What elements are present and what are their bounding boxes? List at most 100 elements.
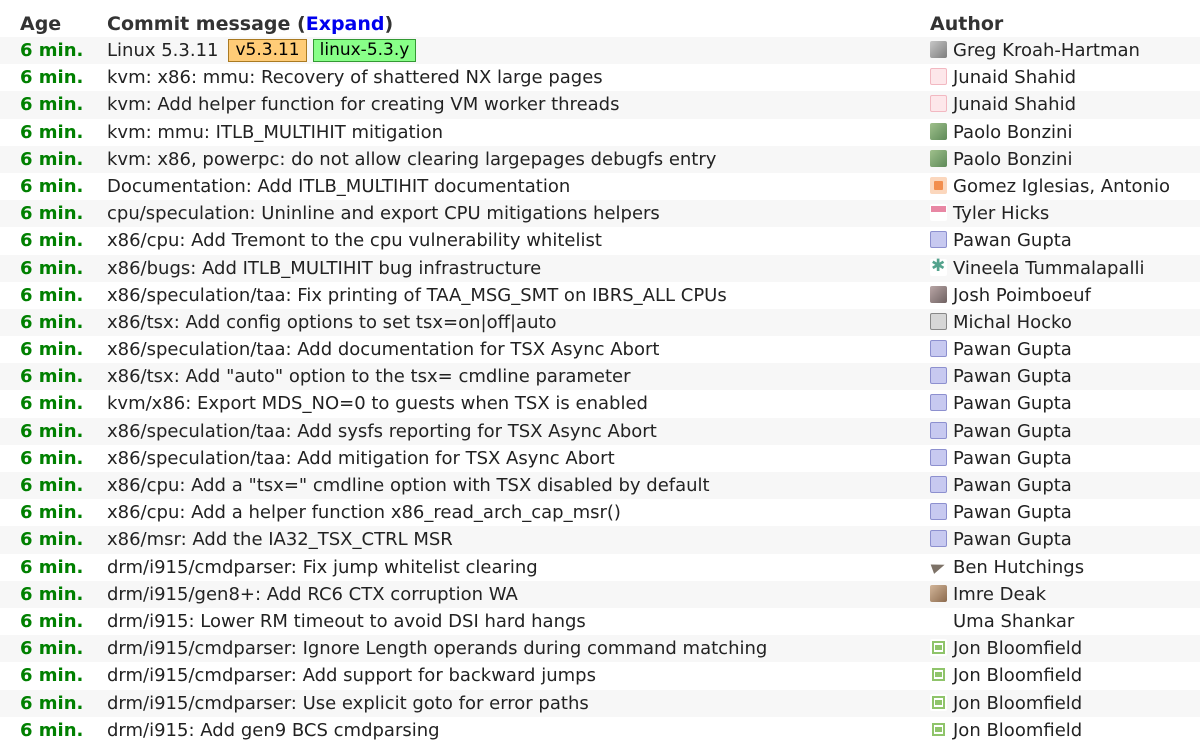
commit-message-link[interactable]: kvm/x86: Export MDS_NO=0 to guests when … bbox=[107, 393, 648, 414]
commit-message-text: drm/i915/cmdparser: Fix jump whitelist c… bbox=[107, 556, 538, 578]
commit-message-text: kvm: x86: mmu: Recovery of shattered NX … bbox=[107, 67, 603, 89]
commit-message-text: x86/bugs: Add ITLB_MULTIHIT bug infrastr… bbox=[107, 257, 542, 279]
table-row[interactable]: 6 min. kvm/x86: Export MDS_NO=0 to guests… bbox=[0, 390, 1200, 417]
commit-message-link[interactable]: x86/msr: Add the IA32_TSX_CTRL MSR bbox=[107, 529, 453, 550]
table-row[interactable]: 6 min. x86/speculation/taa: Add documenta… bbox=[0, 336, 1200, 363]
expand-link[interactable]: Expand bbox=[306, 13, 385, 35]
table-row[interactable]: 6 min. drm/i915/cmdparser: Ignore Length … bbox=[0, 635, 1200, 663]
author-name: Pawan Gupta bbox=[953, 393, 1072, 415]
commit-message-text: kvm: mmu: ITLB_MULTIHIT mitigation bbox=[107, 121, 443, 143]
author-name: Pawan Gupta bbox=[953, 529, 1072, 551]
commit-message-text: x86/cpu: Add a helper function x86_read_… bbox=[107, 502, 621, 524]
commit-message-link[interactable]: kvm: Add helper function for creating VM… bbox=[107, 94, 619, 115]
commit-message-link[interactable]: x86/speculation/taa: Add sysfs reporting… bbox=[107, 421, 657, 442]
commit-author: Michal Hocko bbox=[930, 312, 1072, 333]
author-name: Gomez Iglesias, Antonio bbox=[953, 175, 1170, 197]
table-row[interactable]: 6 min. Documentation: Add ITLB_MULTIHIT d… bbox=[0, 173, 1200, 200]
avatar-icon bbox=[930, 176, 947, 194]
commit-message-link[interactable]: Linux 5.3.11 v5.3.11 linux-5.3.y bbox=[107, 39, 417, 63]
commit-message-link[interactable]: x86/speculation/taa: Add documentation f… bbox=[107, 339, 659, 360]
author-name: Pawan Gupta bbox=[953, 230, 1072, 252]
table-row[interactable]: 6 min. x86/cpu: Add Tremont to the cpu vu… bbox=[0, 227, 1200, 254]
commit-author: Jon Bloomfield bbox=[930, 638, 1082, 659]
table-row[interactable]: 6 min. kvm: mmu: ITLB_MULTIHIT mitigation… bbox=[0, 119, 1200, 146]
commit-age: 6 min. bbox=[20, 67, 84, 89]
table-row[interactable]: 6 min. drm/i915: Add gen9 BCS cmdparsing J… bbox=[0, 717, 1200, 744]
message-column-header: Commit message (Expand) bbox=[107, 13, 393, 35]
table-row[interactable]: 6 min. x86/speculation/taa: Add mitigatio… bbox=[0, 445, 1200, 472]
table-row[interactable]: 6 min. cpu/speculation: Uninline and expo… bbox=[0, 200, 1200, 228]
avatar-icon bbox=[930, 41, 947, 58]
table-row[interactable]: 6 min. drm/i915/cmdparser: Use explicit g… bbox=[0, 689, 1200, 717]
commit-message-text: cpu/speculation: Uninline and export CPU… bbox=[107, 203, 660, 225]
avatar-icon bbox=[930, 666, 947, 684]
table-row[interactable]: 6 min. x86/msr: Add the IA32_TSX_CTRL MSR… bbox=[0, 526, 1200, 554]
commit-age: 6 min. bbox=[20, 719, 84, 741]
commit-message-text: drm/i915/cmdparser: Add support for back… bbox=[107, 665, 596, 687]
author-column-header: Author bbox=[930, 13, 1004, 35]
commit-message-link[interactable]: cpu/speculation: Uninline and export CPU… bbox=[107, 203, 660, 224]
author-name: Pawan Gupta bbox=[953, 447, 1072, 469]
table-row[interactable]: 6 min. x86/cpu: Add a "tsx=" cmdline opti… bbox=[0, 472, 1200, 500]
tag-badge[interactable]: v5.3.11 bbox=[228, 39, 307, 62]
table-row[interactable]: 6 min. x86/tsx: Add "auto" option to the … bbox=[0, 363, 1200, 391]
branch-badge[interactable]: linux-5.3.y bbox=[312, 39, 417, 62]
commit-age: 6 min. bbox=[20, 447, 84, 469]
table-row[interactable]: 6 min. kvm: x86, powerpc: do not allow cl… bbox=[0, 145, 1200, 173]
commit-message-link[interactable]: x86/cpu: Add a "tsx=" cmdline option wit… bbox=[107, 475, 710, 496]
commit-message-text: x86/speculation/taa: Add mitigation for … bbox=[107, 447, 615, 469]
table-row[interactable]: 6 min. drm/i915/cmdparser: Fix jump white… bbox=[0, 554, 1200, 581]
commit-message-link[interactable]: drm/i915/cmdparser: Add support for back… bbox=[107, 665, 596, 686]
commit-author: Tyler Hicks bbox=[930, 203, 1049, 224]
commit-message-link[interactable]: x86/tsx: Add config options to set tsx=o… bbox=[107, 312, 557, 333]
table-row[interactable]: 6 min. drm/i915/gen8+: Add RC6 CTX corrup… bbox=[0, 580, 1200, 608]
table-row[interactable]: 6 min. kvm: x86: mmu: Recovery of shatter… bbox=[0, 64, 1200, 91]
commit-message-link[interactable]: x86/cpu: Add Tremont to the cpu vulnerab… bbox=[107, 230, 602, 251]
commit-message-link[interactable]: x86/speculation/taa: Fix printing of TAA… bbox=[107, 285, 727, 306]
author-name: Jon Bloomfield bbox=[953, 719, 1083, 741]
commit-age: 6 min. bbox=[20, 692, 84, 714]
commit-message-link[interactable]: Documentation: Add ITLB_MULTIHIT documen… bbox=[107, 176, 570, 197]
commit-message-link[interactable]: kvm: x86, powerpc: do not allow clearing… bbox=[107, 149, 716, 170]
table-row[interactable]: 6 min. x86/speculation/taa: Fix printing … bbox=[0, 282, 1200, 309]
commit-message-link[interactable]: x86/speculation/taa: Add mitigation for … bbox=[107, 448, 615, 469]
commit-message-text: drm/i915/cmdparser: Ignore Length operan… bbox=[107, 638, 768, 660]
commit-message-link[interactable]: drm/i915: Add gen9 BCS cmdparsing bbox=[107, 720, 440, 741]
avatar-icon bbox=[930, 503, 947, 521]
commit-message-text: x86/tsx: Add "auto" option to the tsx= c… bbox=[107, 366, 631, 388]
commit-author: Ben Hutchings bbox=[930, 557, 1084, 578]
commit-message-link[interactable]: x86/bugs: Add ITLB_MULTIHIT bug infrastr… bbox=[107, 258, 541, 279]
commit-message-link[interactable]: drm/i915/cmdparser: Fix jump whitelist c… bbox=[107, 557, 538, 578]
commit-message-link[interactable]: drm/i915/gen8+: Add RC6 CTX corruption W… bbox=[107, 584, 518, 605]
commit-message-link[interactable]: kvm: x86: mmu: Recovery of shattered NX … bbox=[107, 67, 603, 88]
avatar-icon bbox=[930, 530, 947, 548]
table-row[interactable]: 6 min. Linux 5.3.11 v5.3.11 linux-5.3.y Greg… bbox=[0, 37, 1200, 65]
table-row[interactable]: 6 min. drm/i915/cmdparser: Add support fo… bbox=[0, 662, 1200, 689]
commit-message-link[interactable]: drm/i915/cmdparser: Use explicit goto fo… bbox=[107, 693, 589, 714]
table-row[interactable]: 6 min. kvm: Add helper function for creat… bbox=[0, 91, 1200, 119]
commit-message-text: x86/speculation/taa: Add documentation f… bbox=[107, 339, 660, 361]
commit-author: Pawan Gupta bbox=[930, 448, 1072, 469]
table-row[interactable]: 6 min. x86/cpu: Add a helper function x86… bbox=[0, 499, 1200, 526]
table-row[interactable]: 6 min. x86/bugs: Add ITLB_MULTIHIT bug in… bbox=[0, 254, 1200, 282]
commit-age: 6 min. bbox=[20, 638, 84, 660]
commit-message-text: x86/speculation/taa: Add sysfs reporting… bbox=[107, 420, 657, 442]
table-row[interactable]: 6 min. x86/speculation/taa: Add sysfs rep… bbox=[0, 417, 1200, 445]
commit-message-link[interactable]: x86/tsx: Add "auto" option to the tsx= c… bbox=[107, 366, 631, 387]
commit-message-text: drm/i915: Add gen9 BCS cmdparsing bbox=[107, 719, 440, 741]
commit-age: 6 min. bbox=[20, 393, 84, 415]
author-name: Vineela Tummalapalli bbox=[953, 257, 1145, 279]
commit-message-text: Documentation: Add ITLB_MULTIHIT documen… bbox=[107, 175, 571, 197]
commit-age: 6 min. bbox=[20, 529, 84, 551]
commit-message-text: kvm: x86, powerpc: do not allow clearing… bbox=[107, 148, 717, 170]
commit-message-link[interactable]: drm/i915/cmdparser: Ignore Length operan… bbox=[107, 638, 767, 659]
table-row[interactable]: 6 min. x86/tsx: Add config options to set… bbox=[0, 308, 1200, 337]
author-name: Imre Deak bbox=[953, 583, 1047, 605]
commit-message-link[interactable]: kvm: mmu: ITLB_MULTIHIT mitigation bbox=[107, 122, 443, 143]
commit-message-link[interactable]: x86/cpu: Add a helper function x86_read_… bbox=[107, 502, 621, 523]
author-name: Paolo Bonzini bbox=[953, 121, 1073, 143]
commit-message-text: drm/i915/gen8+: Add RC6 CTX corruption W… bbox=[107, 583, 518, 605]
avatar-icon bbox=[930, 95, 947, 113]
table-row[interactable]: 6 min. drm/i915: Lower RM timeout to avoi… bbox=[0, 608, 1200, 635]
commit-message-link[interactable]: drm/i915: Lower RM timeout to avoid DSI … bbox=[107, 611, 586, 632]
